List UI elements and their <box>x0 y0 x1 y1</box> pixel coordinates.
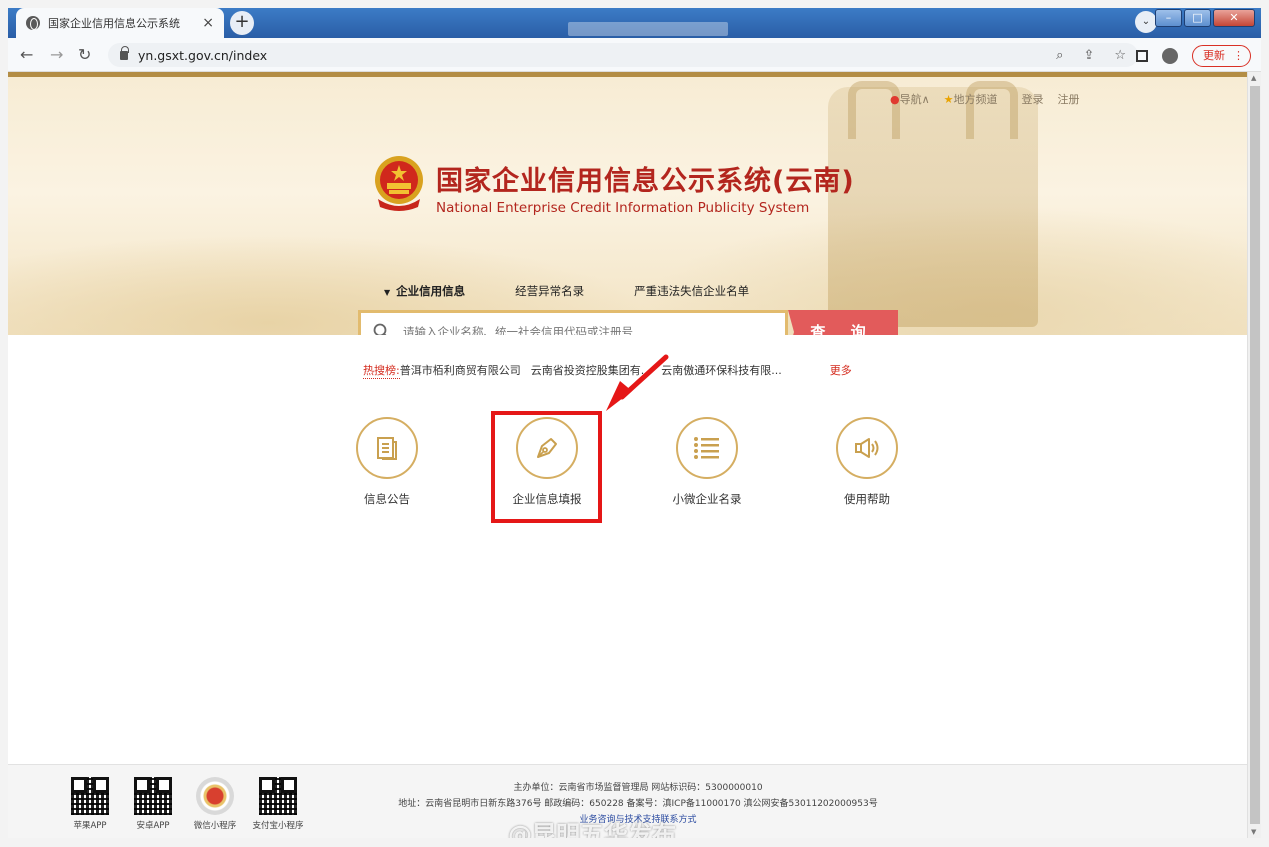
site-title-cn: 国家企业信用信息公示系统(云南) <box>436 166 855 197</box>
scroll-down-icon[interactable]: ▼ <box>1251 828 1256 836</box>
footer-organizer: 主办单位：云南省市场监督管理局 网站标识码：5300000010 <box>513 783 763 793</box>
search-placeholder: 请输入企业名称、统一社会信用代码或注册号 <box>403 325 633 335</box>
update-label: 更新 <box>1203 49 1225 62</box>
weibo-watermark: @昆明五华发布 <box>508 821 676 838</box>
browser-window: 国家企业信用信息公示系统 × + ⌄ – □ ✕ ← → ↻ yn.gsxt.g… <box>0 0 1269 847</box>
tab-title: 国家企业信用信息公示系统 <box>48 17 180 30</box>
site-title-en: National Enterprise Credit Information P… <box>436 200 810 216</box>
close-window-button[interactable]: ✕ <box>1213 9 1255 27</box>
share-icon[interactable]: ⇪ <box>1083 48 1094 63</box>
side-panel-icon[interactable] <box>1136 50 1148 62</box>
list-icon <box>676 417 738 479</box>
scroll-thumb[interactable] <box>1250 86 1260 824</box>
browser-toolbar: ← → ↻ yn.gsxt.gov.cn/index ⌕ ⇪ ☆ 更新 ⋮ <box>8 38 1261 72</box>
nav-link[interactable]: ●导航∧ <box>890 91 930 107</box>
omnibox-actions: ⌕ ⇪ ☆ <box>1056 48 1126 63</box>
bronze-ding-image <box>828 81 1038 327</box>
search-input[interactable]: 请输入企业名称、统一社会信用代码或注册号 <box>358 310 788 335</box>
address-bar[interactable]: yn.gsxt.gov.cn/index <box>108 43 1138 67</box>
site-title: 国家企业信用信息公示系统(云南) National Enterprise Cre… <box>436 159 855 216</box>
forward-icon[interactable]: → <box>50 45 63 64</box>
location-pin-icon: ● <box>890 93 900 106</box>
qr-apple-app[interactable]: 苹果APP <box>60 777 120 831</box>
window-controls: – □ ✕ <box>1155 9 1255 27</box>
mini-program-code-icon <box>196 777 234 815</box>
qr-label: 安卓APP <box>136 821 170 831</box>
reload-icon[interactable]: ↻ <box>78 45 91 64</box>
page-scrollbar[interactable]: ▲ ▼ <box>1247 72 1261 838</box>
service-label: 信息公告 <box>364 492 410 506</box>
local-channel-label: 地方频道 <box>953 93 998 106</box>
local-channel-link[interactable]: ★地方频道 <box>944 91 998 107</box>
qr-label: 微信小程序 <box>193 821 237 831</box>
tab-abnormal-list[interactable]: 经营异常名录 <box>515 283 584 299</box>
speaker-icon <box>836 417 898 479</box>
window-caption <box>568 22 728 36</box>
hot-search-item[interactable]: 云南傲通环保科技有限... <box>661 362 782 379</box>
register-link[interactable]: 注册 <box>1058 91 1080 107</box>
url-text: yn.gsxt.gov.cn/index <box>138 47 268 63</box>
new-tab-button[interactable]: + <box>230 11 254 35</box>
more-link[interactable]: 更多 <box>830 362 852 379</box>
profile-avatar[interactable] <box>1162 48 1178 64</box>
login-link[interactable]: 登录 <box>1022 91 1044 107</box>
national-emblem-icon <box>375 156 423 211</box>
footer-address: 地址：云南省昆明市日新东路376号 邮政编码：650228 备案号：滇ICP备1… <box>398 799 878 809</box>
maximize-button[interactable]: □ <box>1184 9 1211 27</box>
scroll-up-icon[interactable]: ▲ <box>1251 74 1256 82</box>
globe-icon <box>26 16 40 30</box>
bookmark-star-icon[interactable]: ☆ <box>1114 48 1126 63</box>
tab-search-button[interactable]: ⌄ <box>1135 11 1157 33</box>
star-icon: ★ <box>943 93 954 106</box>
zoom-icon[interactable]: ⌕ <box>1056 48 1063 63</box>
web-page: ●导航∧ ★地方频道 登录 注册 国家企业信用信息公示系统(云南) Nation… <box>8 72 1247 838</box>
minimize-button[interactable]: – <box>1155 9 1182 27</box>
hot-search-label: 热搜榜: <box>363 364 400 379</box>
search-button[interactable]: 查 询 <box>788 310 898 335</box>
tab-close-icon[interactable]: × <box>202 15 214 31</box>
hero-banner: ●导航∧ ★地方频道 登录 注册 国家企业信用信息公示系统(云南) Nation… <box>8 77 1247 335</box>
annotation-arrow-icon <box>606 354 669 411</box>
browser-tab[interactable]: 国家企业信用信息公示系统 × <box>16 8 224 38</box>
qr-code-icon <box>259 777 297 815</box>
service-small-enterprise[interactable]: 小微企业名录 <box>652 417 762 507</box>
document-icon <box>356 417 418 479</box>
hot-search-item[interactable]: 普洱市栢利商贸有限公司 <box>400 362 521 379</box>
qr-code-icon <box>71 777 109 815</box>
search-type-tabs: 企业信用信息 经营异常名录 严重违法失信企业名单 <box>384 283 749 299</box>
toolbar-right: 更新 ⋮ <box>1136 45 1251 67</box>
service-help[interactable]: 使用帮助 <box>812 417 922 507</box>
nav-link-label: 导航 <box>899 93 922 106</box>
qr-label: 支付宝小程序 <box>252 821 304 831</box>
service-entries: 信息公告 企业信息填报 小微企业名录 使用帮助 <box>8 417 1247 537</box>
back-icon[interactable]: ← <box>20 45 33 64</box>
qr-code-icon <box>134 777 172 815</box>
qr-alipay-mini[interactable]: 支付宝小程序 <box>248 777 308 831</box>
tab-credit-info[interactable]: 企业信用信息 <box>384 283 465 299</box>
annotation-highlight-box <box>491 411 602 523</box>
top-links: ●导航∧ ★地方频道 登录 注册 <box>890 91 1080 107</box>
update-button[interactable]: 更新 ⋮ <box>1192 45 1251 67</box>
service-label: 使用帮助 <box>844 492 890 506</box>
search-icon <box>373 323 387 335</box>
service-info-notice[interactable]: 信息公告 <box>332 417 442 507</box>
kebab-menu-icon: ⋮ <box>1233 49 1244 62</box>
tab-blacklist[interactable]: 严重违法失信企业名单 <box>634 283 749 299</box>
service-label: 小微企业名录 <box>672 492 742 506</box>
qr-label: 苹果APP <box>73 821 107 831</box>
page-footer: 苹果APP 安卓APP 微信小程序 支付宝小程序 主办单位：云南省市场监督管理局… <box>8 764 1247 838</box>
qr-wechat-mini[interactable]: 微信小程序 <box>185 777 245 831</box>
qr-android-app[interactable]: 安卓APP <box>123 777 183 831</box>
lock-icon <box>120 45 129 60</box>
